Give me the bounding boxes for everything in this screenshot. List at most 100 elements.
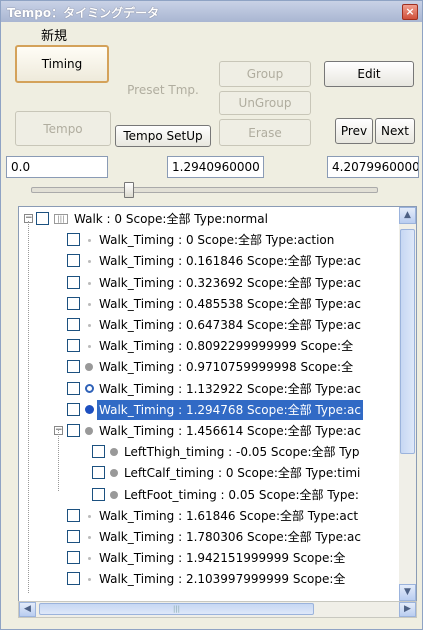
time-slider-thumb[interactable] [124,182,135,198]
row-checkbox[interactable] [67,424,80,437]
small-dot-icon [88,557,91,561]
row-checkbox[interactable] [67,339,80,353]
horizontal-scroll-thumb[interactable]: ||| [39,603,314,615]
vertical-scrollbar[interactable]: ▲ ▼ [399,207,416,601]
tree-row-label: LeftThigh_timing : -0.05 Scope:全部 Typ [124,445,360,460]
tree-row-label: LeftCalf_timing : 0 Scope:全部 Type:timi [124,466,361,481]
tree-row-label: Walk_Timing : 1.294768 Scope:全部 Type:ac [97,399,363,420]
small-dot-icon [88,345,91,349]
tempo-window: Tempo：タイミングデータ × 新規 Timing Preset Tmp. G… [0,0,423,630]
horizontal-scrollbar[interactable]: ◀ ||| ▶ [18,601,417,618]
row-checkbox[interactable] [67,254,80,268]
small-dot-icon [88,302,91,306]
row-checkbox[interactable] [67,551,80,565]
tree-row[interactable]: − ||| Walk : 0 Scope:全部 Type:normal [19,209,397,229]
timing-button[interactable]: Timing [15,45,109,83]
ungroup-button[interactable]: UnGroup [219,91,311,115]
tree-row[interactable]: Walk_Timing : 0.8092299999999 Scope:全 [19,336,397,356]
tree-row-label: Walk_Timing : 1.780306 Scope:全部 Type:ac [99,530,361,544]
timing-tree: − ||| Walk : 0 Scope:全部 Type:normal Walk_Ti… [18,206,417,602]
tree-row[interactable]: − Walk_Timing : 1.456614 Scope:全部 Type:ac [19,421,397,441]
tree-row-label: Walk_Timing : 0 Scope:全部 Type:action [99,233,335,248]
tree-row[interactable]: Walk_Timing : 0 Scope:全部 Type:action [19,230,397,250]
tree-row-label: Walk_Timing : 1.456614 Scope:全部 Type:ac [99,424,361,438]
tree-row-label: Walk_Timing : 0.647384 Scope:全部 Type:ac [99,318,361,332]
tree-row-label: Walk_Timing : 0.323692 Scope:全部 Type:ac [99,275,361,290]
blue-dot-icon [85,404,94,414]
row-checkbox[interactable] [67,381,80,395]
small-dot-icon [88,324,91,327]
ring-dot-icon [85,383,94,393]
start-time-field[interactable]: 0.0 [6,156,108,178]
tree-row-label: Walk_Timing : 0.9710759999998 Scope:全 [99,360,354,375]
row-checkbox[interactable] [92,466,105,480]
tree-row[interactable]: LeftFoot_timing : 0.05 Scope:全部 Type: [19,485,397,505]
tree-row-label: Walk_Timing : 1.61846 Scope:全部 Type:act [99,508,359,523]
window-title: Tempo：タイミングデータ [7,6,160,20]
tree-row-label: Walk_Timing : 1.132922 Scope:全部 Type:ac [99,381,361,396]
row-checkbox[interactable] [67,402,80,416]
tree-row-label: Walk : 0 Scope:全部 Type:normal [74,212,268,226]
row-checkbox[interactable] [67,360,80,374]
row-checkbox[interactable] [67,233,80,247]
scroll-left-icon[interactable]: ◀ [19,602,36,617]
preset-tmp-button[interactable]: Preset Tmp. [115,71,211,109]
small-dot-icon [88,536,91,539]
row-checkbox[interactable] [67,318,80,331]
row-checkbox[interactable] [92,445,105,459]
row-checkbox[interactable] [36,212,49,225]
tree-row[interactable]: Walk_Timing : 0.647384 Scope:全部 Type:ac [19,315,397,335]
close-button[interactable]: × [402,4,418,20]
tree-row[interactable]: Walk_Timing : 1.132922 Scope:全部 Type:ac [19,379,397,399]
menu-new[interactable]: 新規 [41,25,67,44]
tree-row-label: Walk_Timing : 1.942151999999 Scope:全 [99,551,346,566]
vertical-scroll-thumb[interactable] [400,229,415,454]
tree-row-label: Walk_Timing : 0.485538 Scope:全部 Type:ac [99,296,361,311]
small-dot-icon [88,239,91,243]
group-button[interactable]: Group [219,61,311,87]
tree-row[interactable]: LeftThigh_timing : -0.05 Scope:全部 Typ [19,442,397,462]
tree-row[interactable]: Walk_Timing : 0.161846 Scope:全部 Type:ac [19,251,397,271]
scroll-up-icon[interactable]: ▲ [399,207,416,224]
row-checkbox[interactable] [92,487,105,501]
grey-dot-icon [110,448,118,457]
grey-dot-icon [85,363,93,372]
tree-guide-line [58,429,59,491]
tempo-button[interactable]: Tempo [15,111,111,146]
title-bar[interactable]: Tempo：タイミングデータ × [1,1,422,22]
small-dot-icon [88,514,91,518]
small-dot-icon [88,578,91,582]
tree-row-label: Walk_Timing : 2.103997999999 Scope:全 [99,572,346,587]
grey-dot-icon [85,427,93,435]
prev-button[interactable]: Prev [335,118,373,144]
row-checkbox[interactable] [67,275,80,289]
small-dot-icon [88,281,91,285]
object-icon: ||| [54,214,68,224]
end-time-field[interactable]: 4.2079960000 [327,156,419,178]
edit-button[interactable]: Edit [324,61,414,87]
tree-row[interactable]: Walk_Timing : 0.9710759999998 Scope:全 [19,357,397,377]
tempo-setup-button[interactable]: Tempo SetUp [115,125,211,147]
tree-row[interactable]: Walk_Timing : 2.103997999999 Scope:全 [19,569,397,589]
tree-row-label: Walk_Timing : 0.161846 Scope:全部 Type:ac [99,254,361,269]
tree-guide-line [28,221,29,593]
tree-row[interactable]: Walk_Timing : 0.323692 Scope:全部 Type:ac [19,273,397,293]
current-time-field[interactable]: 1.2940960000 [167,156,264,178]
tree-row-label: Walk_Timing : 0.8092299999999 Scope:全 [99,339,354,354]
time-slider-track[interactable] [31,187,378,193]
row-checkbox[interactable] [67,530,80,543]
row-checkbox[interactable] [67,508,80,522]
erase-button[interactable]: Erase [219,119,311,146]
scroll-down-icon[interactable]: ▼ [399,584,416,601]
tree-row[interactable]: Walk_Timing : 1.780306 Scope:全部 Type:ac [19,527,397,547]
tree-row[interactable]: LeftCalf_timing : 0 Scope:全部 Type:timi [19,463,397,483]
scroll-right-icon[interactable]: ▶ [399,602,416,617]
row-checkbox[interactable] [67,296,80,310]
next-button[interactable]: Next [375,118,415,144]
tree-row[interactable]: Walk_Timing : 1.294768 Scope:全部 Type:ac [19,399,397,420]
tree-row[interactable]: Walk_Timing : 1.942151999999 Scope:全 [19,548,397,568]
tree-row-label: LeftFoot_timing : 0.05 Scope:全部 Type: [124,487,359,502]
tree-row[interactable]: Walk_Timing : 0.485538 Scope:全部 Type:ac [19,294,397,314]
tree-row[interactable]: Walk_Timing : 1.61846 Scope:全部 Type:act [19,506,397,526]
row-checkbox[interactable] [67,572,80,586]
